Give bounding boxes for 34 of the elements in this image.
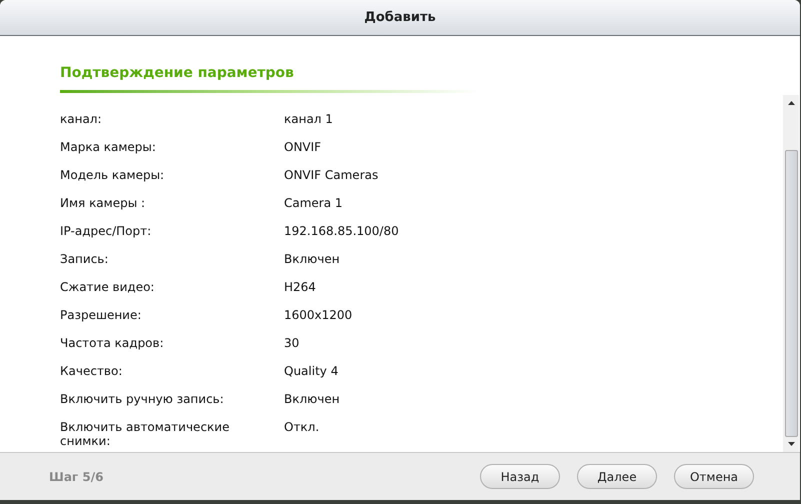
field-value: 192.168.85.100/80 <box>284 224 399 240</box>
field-value: Camera 1 <box>284 196 343 212</box>
field-label: Марка камеры: <box>60 140 157 156</box>
scrollbar[interactable] <box>783 95 799 452</box>
footer-button[interactable]: Отмена <box>674 464 754 489</box>
field-label: Качество: <box>60 364 124 380</box>
field-value: 1600x1200 <box>284 308 352 324</box>
field-value: H264 <box>284 280 316 296</box>
field-value: Quality 4 <box>284 364 338 380</box>
field-label: канал: <box>60 112 103 128</box>
field-value: 30 <box>284 336 300 352</box>
field-value: Включен <box>284 252 340 268</box>
step-indicator: Шаг 5/6 <box>49 468 104 486</box>
footer-button[interactable]: Назад <box>480 464 560 489</box>
field-label: IP-адрес/Порт: <box>60 224 152 240</box>
scroll-down-icon[interactable] <box>788 442 794 446</box>
field-value: Откл. <box>284 420 320 436</box>
footer-button[interactable]: Далее <box>577 464 657 489</box>
field-label: Имя камеры : <box>60 196 146 212</box>
field-label: Запись: <box>60 252 110 268</box>
scrollbar-thumb[interactable] <box>784 150 798 438</box>
field-label: Включить ручную запись: <box>60 392 225 408</box>
field-label: Разрешение: <box>60 308 142 324</box>
field-value: канал 1 <box>284 112 333 128</box>
field-value: ONVIF <box>284 140 322 156</box>
field-label: Модель камеры: <box>60 168 166 184</box>
window-title: Добавить <box>364 8 436 27</box>
section-title: Подтверждение параметров <box>60 64 294 83</box>
field-label: Сжатие видео: <box>60 280 156 296</box>
field-value: ONVIF Cameras <box>284 168 378 184</box>
scroll-up-icon[interactable] <box>788 101 794 105</box>
field-label: Частота кадров: <box>60 336 165 352</box>
field-value: Включен <box>284 392 340 408</box>
field-label: Включить автоматические снимки: <box>60 420 230 448</box>
